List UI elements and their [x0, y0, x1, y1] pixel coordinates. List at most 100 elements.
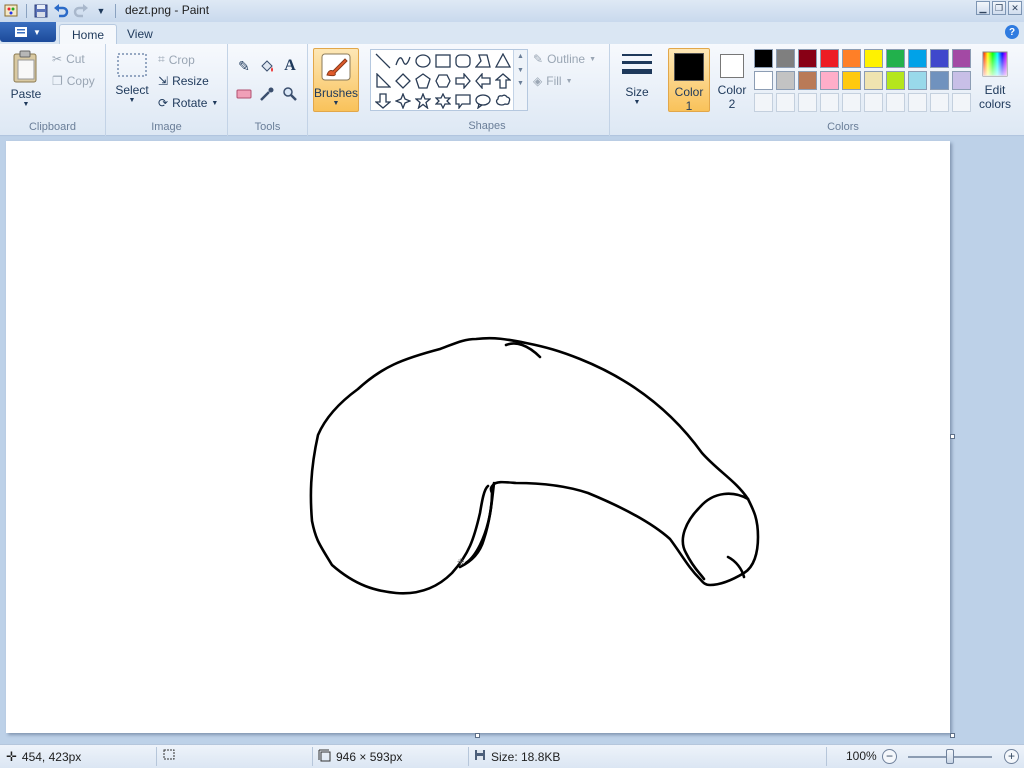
color1-button[interactable]: Color 1 [668, 48, 710, 113]
pencil-icon[interactable]: ✎ [233, 56, 255, 76]
custom-color-slot[interactable] [776, 93, 795, 112]
drawing-canvas[interactable]: ⁜ [6, 141, 950, 733]
status-bar: ✛ 454, 423px 946 × 593px Size: 18.8KB 10… [0, 744, 1024, 768]
palette-swatch[interactable] [864, 71, 883, 90]
oval-shape-icon[interactable] [413, 51, 433, 71]
close-icon[interactable]: ✕ [1008, 1, 1022, 15]
custom-color-slot[interactable] [930, 93, 949, 112]
palette-swatch[interactable] [886, 49, 905, 68]
color2-button[interactable]: Color 2 [712, 48, 752, 112]
palette-swatch[interactable] [930, 49, 949, 68]
edit-colors-button[interactable]: Edit colors [974, 50, 1016, 111]
palette-swatch[interactable] [952, 49, 971, 68]
custom-color-slot[interactable] [798, 93, 817, 112]
crop-button[interactable]: ⌗ Crop [158, 52, 195, 67]
scroll-up-icon[interactable]: ▲ [514, 53, 527, 60]
resize-handle-bottom[interactable] [475, 733, 480, 738]
hexagon-shape-icon[interactable] [433, 71, 453, 91]
diamond-shape-icon[interactable] [393, 71, 413, 91]
undo-icon[interactable] [51, 2, 71, 20]
resize-handle-corner[interactable] [950, 733, 955, 738]
custom-color-slot[interactable] [842, 93, 861, 112]
palette-swatch[interactable] [842, 71, 861, 90]
right-arrow-shape-icon[interactable] [453, 71, 473, 91]
palette-swatch[interactable] [908, 71, 927, 90]
custom-color-slot[interactable] [754, 93, 773, 112]
shapes-scrollbar[interactable]: ▲ ▼ ▼ [513, 50, 527, 110]
custom-color-slot[interactable] [908, 93, 927, 112]
zoom-slider-thumb[interactable] [946, 749, 954, 764]
size-button[interactable]: Size ▼ [616, 50, 658, 106]
copy-button[interactable]: ❐ Copy [52, 74, 95, 88]
outline-button[interactable]: ✎ Outline ▼ [533, 52, 596, 66]
triangle-shape-icon[interactable] [493, 51, 513, 71]
quick-access-toolbar: ▼ [0, 0, 120, 22]
palette-swatch[interactable] [886, 71, 905, 90]
color-picker-icon[interactable] [256, 84, 278, 104]
zoom-in-icon[interactable]: + [1004, 749, 1019, 764]
palette-swatch[interactable] [820, 71, 839, 90]
palette-swatch[interactable] [776, 49, 795, 68]
custom-color-slot[interactable] [820, 93, 839, 112]
scissors-icon: ✂ [52, 52, 63, 66]
brushes-button[interactable]: Brushes ▼ [313, 48, 359, 112]
down-arrow-shape-icon[interactable] [373, 91, 393, 111]
five-point-star-shape-icon[interactable] [413, 91, 433, 111]
palette-swatch[interactable] [842, 49, 861, 68]
fill-button[interactable]: ◈ Fill ▼ [533, 74, 573, 88]
palette-swatch[interactable] [754, 49, 773, 68]
custom-color-slot[interactable] [886, 93, 905, 112]
curve-shape-icon[interactable] [393, 51, 413, 71]
six-point-star-shape-icon[interactable] [433, 91, 453, 111]
redo-icon[interactable] [71, 2, 91, 20]
palette-swatch[interactable] [754, 71, 773, 90]
palette-swatch[interactable] [820, 49, 839, 68]
resize-handle-right[interactable] [950, 434, 955, 439]
cut-button[interactable]: ✂ Cut [52, 52, 85, 66]
palette-swatch[interactable] [908, 49, 927, 68]
left-arrow-shape-icon[interactable] [473, 71, 493, 91]
expand-gallery-icon[interactable]: ▼ [514, 80, 527, 87]
tab-home[interactable]: Home [59, 24, 118, 44]
right-triangle-shape-icon[interactable] [373, 71, 393, 91]
fill-bucket-icon[interactable] [256, 56, 278, 76]
help-icon[interactable]: ? [1005, 25, 1019, 39]
rectangle-shape-icon[interactable] [433, 51, 453, 71]
rect-callout-shape-icon[interactable] [453, 91, 473, 111]
magnifier-icon[interactable] [279, 84, 301, 104]
palette-swatch[interactable] [776, 71, 795, 90]
rounded-rectangle-shape-icon[interactable] [453, 51, 473, 71]
minimize-icon[interactable]: ▁ [976, 1, 990, 15]
select-button[interactable]: Select ▼ [112, 52, 152, 104]
canvas-workspace[interactable]: ⁜ [0, 137, 1024, 744]
rotate-button[interactable]: ⟳ Rotate ▼ [158, 96, 218, 110]
oval-callout-shape-icon[interactable] [473, 91, 493, 111]
palette-swatch[interactable] [952, 71, 971, 90]
up-arrow-shape-icon[interactable] [493, 71, 513, 91]
tab-view[interactable]: View [115, 24, 165, 44]
eraser-icon[interactable] [233, 84, 255, 104]
zoom-out-icon[interactable]: − [882, 749, 897, 764]
restore-icon[interactable]: ❐ [992, 1, 1006, 15]
palette-swatch[interactable] [798, 71, 817, 90]
text-tool-icon[interactable]: A [279, 56, 301, 76]
custom-color-slot[interactable] [952, 93, 971, 112]
paint-app-icon[interactable] [2, 2, 22, 20]
polygon-shape-icon[interactable] [473, 51, 493, 71]
scroll-down-icon[interactable]: ▼ [514, 67, 527, 74]
palette-swatch[interactable] [798, 49, 817, 68]
paste-button[interactable]: Paste ▼ [6, 50, 46, 108]
four-point-star-shape-icon[interactable] [393, 91, 413, 111]
palette-swatch[interactable] [930, 71, 949, 90]
palette-swatch[interactable] [864, 49, 883, 68]
app-menu-button[interactable]: ▼ [0, 22, 56, 42]
pentagon-shape-icon[interactable] [413, 71, 433, 91]
cloud-callout-shape-icon[interactable] [493, 91, 513, 111]
custom-color-slot[interactable] [864, 93, 883, 112]
customize-qat-icon[interactable]: ▼ [91, 2, 111, 20]
resize-button[interactable]: ⇲ Resize [158, 74, 209, 88]
copy-label: Copy [66, 74, 95, 88]
color-palette [754, 49, 976, 113]
save-icon[interactable] [31, 2, 51, 20]
line-shape-icon[interactable] [373, 51, 393, 71]
